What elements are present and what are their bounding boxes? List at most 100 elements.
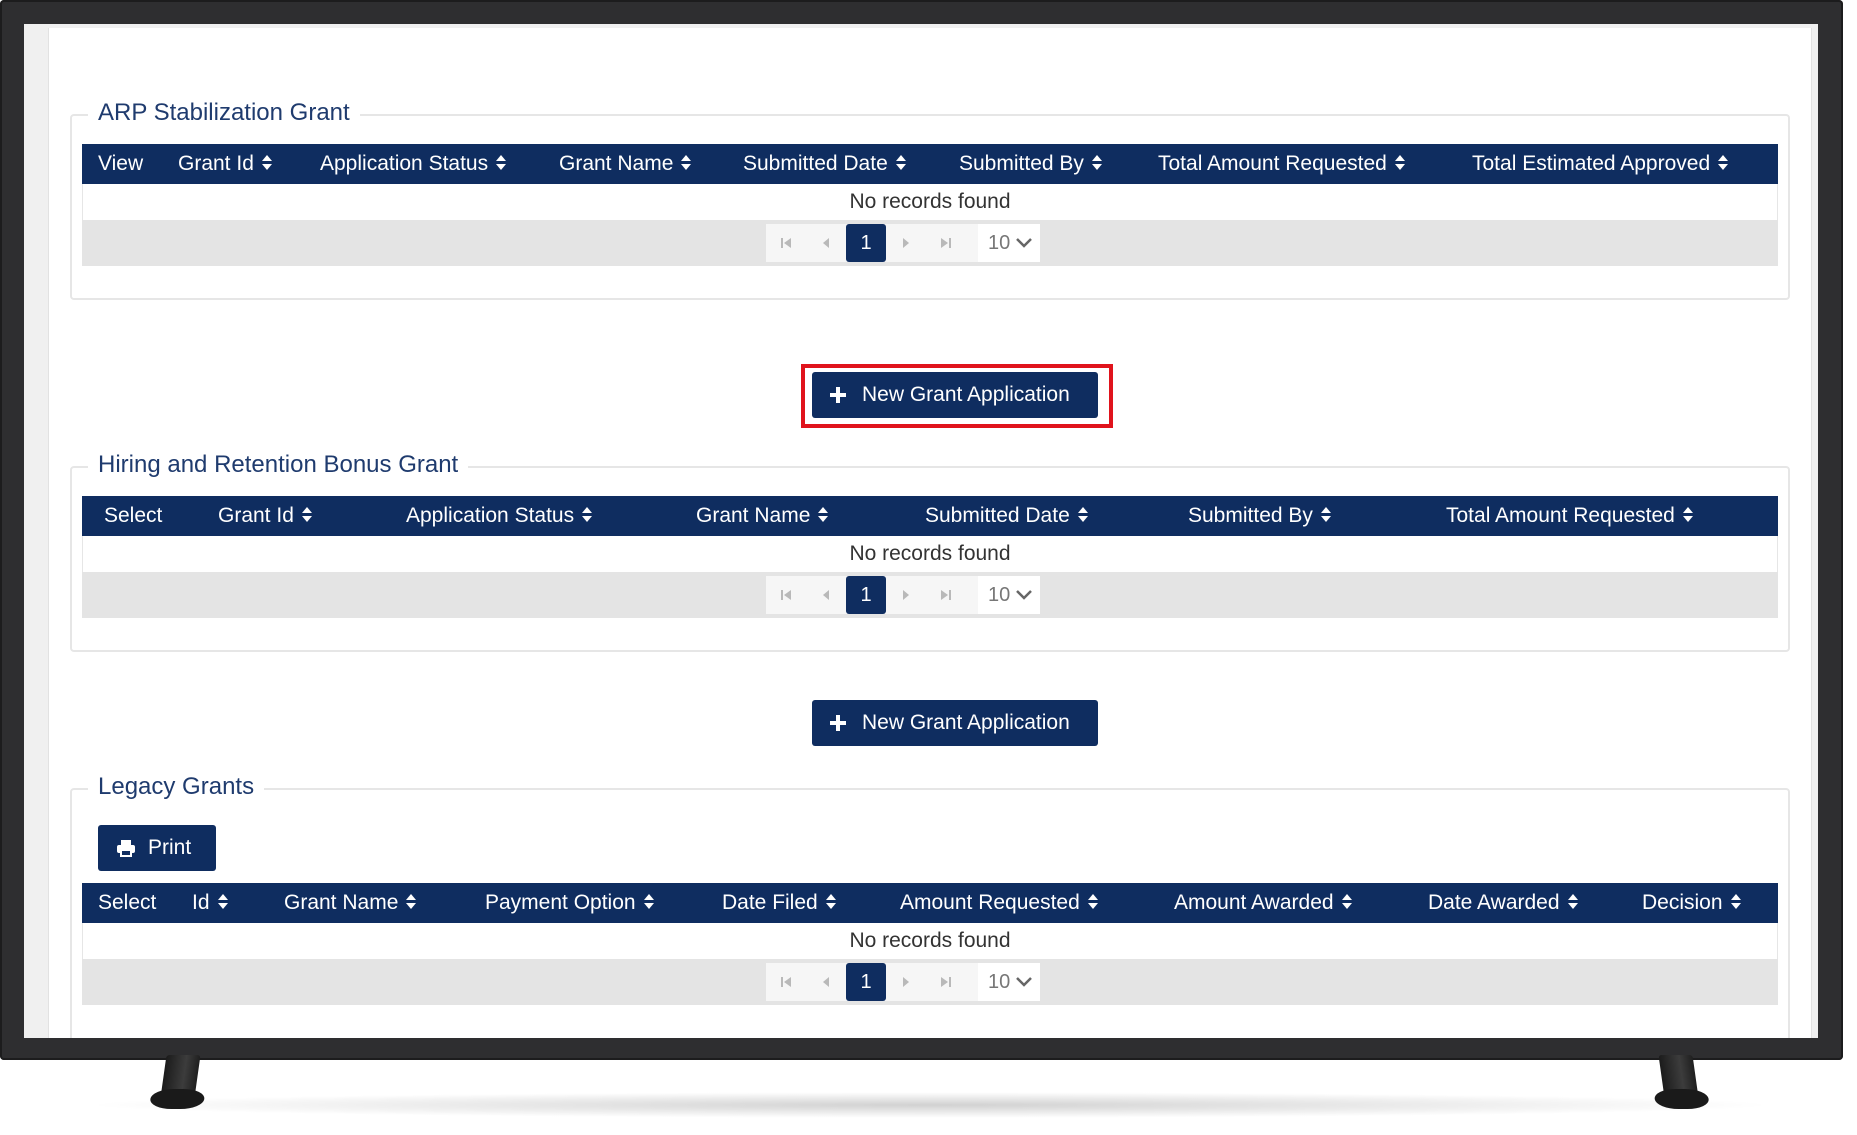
print-button[interactable]: Print [98, 825, 216, 871]
col-payment-option[interactable]: Payment Option [485, 883, 654, 923]
plus-icon [830, 715, 846, 731]
col-decision[interactable]: Decision [1642, 883, 1741, 923]
page-button-current[interactable]: 1 [846, 224, 886, 262]
col-date-filed[interactable]: Date Filed [722, 883, 836, 923]
col-label: Total Estimated Approved [1472, 152, 1711, 175]
page-button-current[interactable]: 1 [846, 963, 886, 1001]
prev-page-icon[interactable] [806, 576, 846, 614]
sort-icon [406, 894, 417, 910]
col-submitted-date[interactable]: Submitted Date [925, 496, 1088, 536]
col-select[interactable]: Select [98, 883, 156, 923]
col-submitted-date[interactable]: Submitted Date [743, 144, 906, 184]
page-content: ARP Stabilization Grant View Grant Id Ap… [24, 24, 1818, 1038]
col-select[interactable]: Select [104, 496, 162, 536]
col-amount-awarded[interactable]: Amount Awarded [1174, 883, 1352, 923]
section-legend: ARP Stabilization Grant [88, 96, 360, 130]
col-label: Select [98, 891, 157, 914]
paginator-controls: 1 10 [766, 224, 1040, 262]
col-application-status[interactable]: Application Status [406, 496, 593, 536]
paginator: 1 10 [82, 572, 1778, 618]
first-page-icon[interactable] [766, 576, 806, 614]
section-legend: Legacy Grants [88, 770, 265, 804]
col-label: Submitted Date [925, 504, 1070, 527]
next-page-icon[interactable] [886, 224, 926, 262]
button-label: Print [148, 836, 192, 859]
print-icon [117, 840, 135, 857]
col-submitted-by[interactable]: Submitted By [959, 144, 1102, 184]
paginator-controls: 1 10 [766, 963, 1040, 1001]
sort-icon [301, 507, 312, 523]
table-header: Select Grant Id Application Status Grant… [82, 496, 1778, 536]
next-page-icon[interactable] [886, 576, 926, 614]
sort-icon [1394, 155, 1405, 171]
first-page-icon[interactable] [766, 963, 806, 1001]
empty-message: No records found [82, 184, 1778, 220]
col-label: Submitted Date [743, 152, 888, 175]
page-size-value: 10 [988, 232, 1011, 254]
sort-icon [496, 155, 507, 171]
col-grant-name[interactable]: Grant Name [284, 883, 417, 923]
table-header: View Grant Id Application Status Grant N… [82, 144, 1778, 184]
arp-stabilization-grant-section: ARP Stabilization Grant View Grant Id Ap… [70, 96, 1790, 300]
paginator-controls: 1 10 [766, 576, 1040, 614]
last-page-icon[interactable] [926, 576, 966, 614]
empty-message: No records found [82, 923, 1778, 959]
page-size-value: 10 [988, 971, 1011, 993]
col-amount-requested[interactable]: Amount Requested [900, 883, 1098, 923]
col-total-amount-requested[interactable]: Total Amount Requested [1446, 496, 1693, 536]
col-grant-name[interactable]: Grant Name [559, 144, 692, 184]
new-grant-application-button[interactable]: New Grant Application [812, 372, 1098, 418]
sort-icon [1341, 894, 1352, 910]
monitor-stand-left [159, 1055, 201, 1105]
col-label: Total Amount Requested [1158, 152, 1387, 175]
next-page-icon[interactable] [886, 963, 926, 1001]
page-size-select[interactable]: 10 [978, 576, 1040, 614]
col-total-amount-requested[interactable]: Total Amount Requested [1158, 144, 1405, 184]
col-label: Grant Id [218, 504, 294, 527]
prev-page-icon[interactable] [806, 224, 846, 262]
col-label: Submitted By [959, 152, 1084, 175]
col-label: Grant Name [696, 504, 811, 527]
button-label: New Grant Application [862, 383, 1070, 406]
col-label: Application Status [320, 152, 489, 175]
col-submitted-by[interactable]: Submitted By [1188, 496, 1331, 536]
col-label: Total Amount Requested [1446, 504, 1675, 527]
sort-icon [217, 894, 228, 910]
sort-icon [1077, 507, 1088, 523]
col-total-estimated-approved[interactable]: Total Estimated Approved [1472, 144, 1729, 184]
chevron-down-icon [1016, 977, 1032, 987]
page-size-select[interactable]: 10 [978, 224, 1040, 262]
sort-icon [1567, 894, 1578, 910]
col-grant-id[interactable]: Grant Id [178, 144, 272, 184]
last-page-icon[interactable] [926, 963, 966, 1001]
col-label: Amount Requested [900, 891, 1080, 914]
col-grant-name[interactable]: Grant Name [696, 496, 829, 536]
col-application-status[interactable]: Application Status [320, 144, 507, 184]
sort-icon [261, 155, 272, 171]
new-grant-application-button-2[interactable]: New Grant Application [812, 700, 1098, 746]
first-page-icon[interactable] [766, 224, 806, 262]
sort-icon [1087, 894, 1098, 910]
last-page-icon[interactable] [926, 224, 966, 262]
plus-icon [830, 387, 846, 403]
hiring-retention-bonus-grant-section: Hiring and Retention Bonus Grant Select … [70, 448, 1790, 652]
col-id[interactable]: Id [192, 883, 228, 923]
col-view[interactable]: View [98, 144, 143, 184]
col-grant-id[interactable]: Grant Id [218, 496, 312, 536]
page-size-select[interactable]: 10 [978, 963, 1040, 1001]
col-date-awarded[interactable]: Date Awarded [1428, 883, 1578, 923]
col-label: Decision [1642, 891, 1723, 914]
section-legend: Hiring and Retention Bonus Grant [88, 448, 469, 482]
col-label: Submitted By [1188, 504, 1313, 527]
monitor-stand-right [1658, 1055, 1700, 1105]
col-label: Grant Name [284, 891, 399, 914]
col-label: Id [192, 891, 210, 914]
table-header: Select Id Grant Name Payment Option Date… [82, 883, 1778, 923]
prev-page-icon[interactable] [806, 963, 846, 1001]
col-label: Application Status [406, 504, 575, 527]
sort-icon [1320, 507, 1331, 523]
page-button-current[interactable]: 1 [846, 576, 886, 614]
col-label: Grant Id [178, 152, 254, 175]
arp-grant-table: View Grant Id Application Status Grant N… [82, 144, 1778, 266]
chevron-down-icon [1016, 590, 1032, 600]
